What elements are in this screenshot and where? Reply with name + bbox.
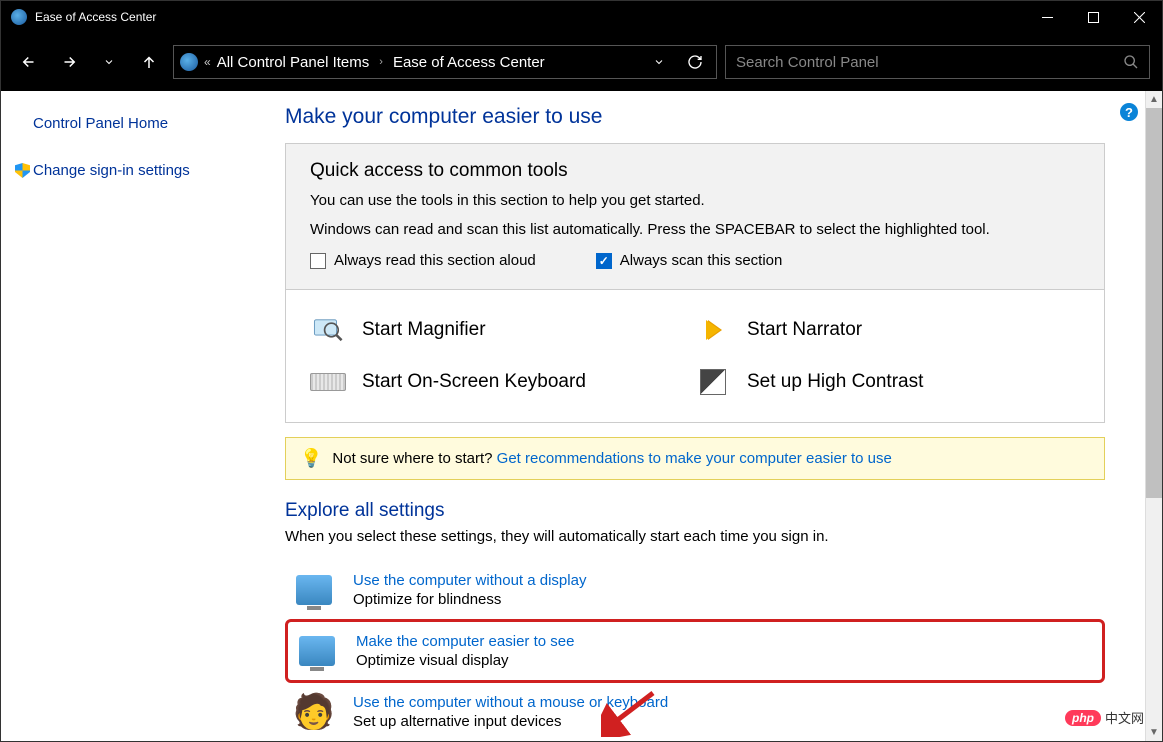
main-content: ? Make your computer easier to use Quick…: [271, 91, 1145, 741]
panel-text: You can use the tools in this section to…: [310, 192, 1080, 209]
checkbox-label: Always scan this section: [620, 252, 783, 269]
watermark-text: 中文网: [1105, 708, 1144, 727]
panel-title: Quick access to common tools: [310, 160, 1080, 182]
titlebar: Ease of Access Center: [1, 1, 1162, 33]
tool-start-magnifier[interactable]: Start Magnifier: [310, 312, 695, 348]
explore-link[interactable]: Use the computer without a display: [353, 572, 586, 589]
scroll-thumb[interactable]: [1146, 108, 1162, 498]
tool-label: Start Magnifier: [362, 319, 486, 341]
sidebar: Control Panel Home Change sign-in settin…: [1, 91, 271, 741]
help-icon[interactable]: ?: [1120, 103, 1138, 121]
watermark: php 中文网: [1065, 708, 1144, 727]
checkbox-scan-section[interactable]: Always scan this section: [596, 252, 783, 269]
refresh-button[interactable]: [680, 47, 710, 77]
explore-heading: Explore all settings: [285, 500, 1105, 522]
explore-list: Use the computer without a display Optim…: [285, 561, 1105, 741]
hint-lead: Not sure where to start?: [332, 450, 496, 467]
sidebar-change-signin[interactable]: Change sign-in settings: [15, 158, 261, 183]
window: Ease of Access Center « All Control Pane…: [0, 0, 1163, 742]
tools-panel: Start Magnifier Start Narrator Start On-…: [285, 290, 1105, 423]
contrast-icon: [695, 364, 731, 400]
scroll-track[interactable]: [1146, 498, 1162, 724]
toolbar: « All Control Panel Items › Ease of Acce…: [1, 33, 1162, 91]
scrollbar[interactable]: ▲ ▼: [1145, 91, 1162, 741]
up-button[interactable]: [133, 46, 165, 78]
explore-desc: When you select these settings, they wil…: [285, 528, 1105, 545]
window-title: Ease of Access Center: [35, 10, 1024, 24]
search-icon[interactable]: [1123, 54, 1139, 70]
close-button[interactable]: [1116, 1, 1162, 33]
explore-link[interactable]: Make the computer easier to see: [356, 633, 574, 650]
explore-item-without-display[interactable]: Use the computer without a display Optim…: [285, 561, 1105, 619]
narrator-icon: [695, 312, 731, 348]
keyboard-icon: [310, 364, 346, 400]
checkbox-read-aloud[interactable]: Always read this section aloud: [310, 252, 536, 269]
search-input[interactable]: [736, 54, 1123, 71]
checkbox-icon: [596, 253, 612, 269]
watermark-badge: php: [1065, 710, 1101, 726]
hint-link[interactable]: Get recommendations to make your compute…: [497, 450, 892, 467]
panel-text: Windows can read and scan this list auto…: [310, 221, 1080, 238]
magnifier-icon: [310, 312, 346, 348]
page-heading: Make your computer easier to use: [285, 105, 1105, 129]
tool-start-osk[interactable]: Start On-Screen Keyboard: [310, 364, 695, 400]
tool-label: Start On-Screen Keyboard: [362, 371, 586, 393]
scroll-up-icon[interactable]: ▲: [1146, 91, 1162, 108]
monitor-magnify-icon: [296, 630, 338, 672]
content-area: Control Panel Home Change sign-in settin…: [1, 91, 1162, 741]
breadcrumb-item[interactable]: All Control Panel Items: [217, 54, 370, 71]
checkbox-label: Always read this section aloud: [334, 252, 536, 269]
quick-access-panel: Quick access to common tools You can use…: [285, 143, 1105, 290]
chevron-left-icon[interactable]: «: [204, 55, 211, 69]
ease-of-access-icon: [180, 53, 198, 71]
tool-label: Start Narrator: [747, 319, 862, 341]
scroll-down-icon[interactable]: ▼: [1146, 724, 1162, 741]
maximize-button[interactable]: [1070, 1, 1116, 33]
minimize-button[interactable]: [1024, 1, 1070, 33]
tool-label: Set up High Contrast: [747, 371, 923, 393]
breadcrumb-item[interactable]: Ease of Access Center: [393, 54, 545, 71]
forward-button[interactable]: [53, 46, 85, 78]
chevron-right-icon: ›: [379, 56, 383, 68]
recent-dropdown[interactable]: [93, 46, 125, 78]
tool-start-narrator[interactable]: Start Narrator: [695, 312, 1080, 348]
lightbulb-icon: 💡: [300, 448, 322, 469]
explore-desc-text: Optimize for blindness: [353, 591, 586, 608]
checkbox-icon: [310, 253, 326, 269]
back-button[interactable]: [13, 46, 45, 78]
explore-item-without-mouse[interactable]: 🧑 Use the computer without a mouse or ke…: [285, 683, 1105, 741]
explore-item-easier-to-see[interactable]: Make the computer easier to see Optimize…: [285, 619, 1105, 683]
sidebar-control-panel-home[interactable]: Control Panel Home: [15, 111, 261, 136]
explore-desc-text: Optimize visual display: [356, 652, 574, 669]
hint-bar: 💡 Not sure where to start? Get recommend…: [285, 437, 1105, 480]
tool-high-contrast[interactable]: Set up High Contrast: [695, 364, 1080, 400]
explore-desc-text: Set up alternative input devices: [353, 713, 668, 730]
address-dropdown[interactable]: [644, 47, 674, 77]
person-icon: 🧑: [293, 691, 335, 733]
app-icon: [11, 9, 27, 25]
search-box[interactable]: [725, 45, 1150, 79]
address-bar[interactable]: « All Control Panel Items › Ease of Acce…: [173, 45, 717, 79]
explore-link[interactable]: Use the computer without a mouse or keyb…: [353, 694, 668, 711]
monitor-talk-icon: [293, 569, 335, 611]
